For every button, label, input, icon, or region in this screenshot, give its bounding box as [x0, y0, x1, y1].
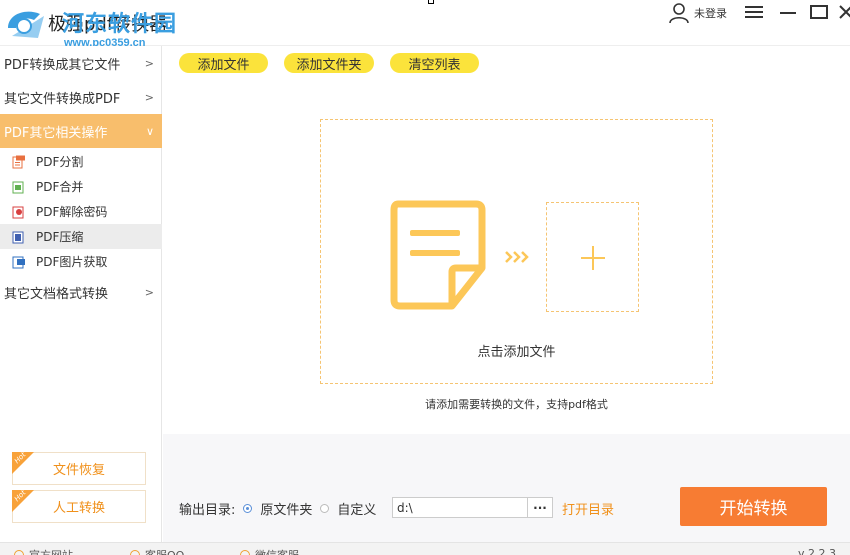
output-path-input[interactable] — [392, 497, 528, 518]
menu-button[interactable] — [742, 2, 766, 22]
sidebar-subitem-label: PDF压缩 — [36, 230, 84, 244]
sidebar-subitem-label: PDF图片获取 — [36, 255, 108, 269]
sidebar: PDF转换成其它文件 > 其它文件转换成PDF > PDF其它相关操作 ∨ PD… — [0, 46, 162, 542]
title-bar: www.pc0359.cn 极强pdf转换器 河东软件园 未登录 — [0, 0, 850, 49]
sidebar-item-other-doc-convert[interactable]: 其它文档格式转换 > — [0, 275, 162, 309]
maximize-button[interactable] — [807, 2, 831, 22]
watermark-logo-icon — [8, 11, 44, 38]
drop-zone-label: 点击添加文件 — [477, 345, 556, 360]
chevrons-right-icon — [505, 251, 529, 263]
qq-support-link[interactable]: 客服QQ — [130, 547, 184, 555]
sidebar-item-pdf-to-other[interactable]: PDF转换成其它文件 > — [0, 46, 162, 80]
sidebar-item-label: 其它文档格式转换 — [4, 286, 109, 302]
login-button[interactable]: 未登录 — [668, 2, 727, 24]
sidebar-item-label: 其它文件转换成PDF — [4, 91, 121, 107]
minimize-button[interactable] — [776, 2, 800, 22]
document-icon — [390, 200, 486, 310]
chevron-down-icon: ∨ — [145, 124, 154, 138]
add-file-button[interactable]: 添加文件 — [179, 53, 268, 73]
plus-icon — [581, 246, 605, 270]
sidebar-subitem-label: PDF分割 — [36, 155, 84, 169]
official-site-link[interactable]: 官方网站 — [14, 547, 73, 555]
manual-convert-button[interactable]: Hot 人工转换 — [12, 489, 146, 523]
hamburger-icon — [745, 6, 763, 18]
qq-icon — [130, 550, 140, 555]
maximize-icon — [810, 5, 828, 19]
radio-original-folder-label[interactable]: 原文件夹 — [260, 499, 312, 518]
close-icon — [839, 5, 850, 19]
official-site-label: 官方网站 — [29, 547, 73, 555]
user-icon — [669, 3, 689, 24]
drop-zone-hint: 请添加需要转换的文件，支持pdf格式 — [425, 398, 608, 411]
chevron-right-icon: > — [144, 285, 154, 299]
manual-convert-label: 人工转换 — [52, 501, 105, 516]
compress-icon — [12, 231, 24, 243]
file-recovery-button[interactable]: Hot 文件恢复 — [12, 451, 146, 485]
sidebar-subitem-pdf-merge[interactable]: PDF合并 — [0, 174, 162, 199]
unlock-icon — [12, 206, 24, 218]
sidebar-subitem-label: PDF合并 — [36, 180, 84, 194]
split-icon — [12, 155, 25, 168]
wechat-support-link[interactable]: 微信客服 — [240, 547, 299, 555]
radio-custom-folder-label[interactable]: 自定义 — [337, 499, 376, 518]
sidebar-item-other-to-pdf[interactable]: 其它文件转换成PDF > — [0, 80, 162, 114]
sidebar-item-pdf-other-ops[interactable]: PDF其它相关操作 ∨ — [0, 114, 162, 148]
resize-handle[interactable] — [428, 0, 434, 4]
globe-icon — [14, 550, 24, 555]
footer-bar: 官方网站 客服QQ 微信客服 v 2.2.3 — [0, 542, 850, 555]
version-label: v 2.2.3 — [798, 547, 836, 555]
chevron-right-icon: > — [144, 90, 154, 104]
sidebar-subitem-pdf-compress[interactable]: PDF压缩 — [0, 224, 162, 249]
close-button[interactable] — [834, 2, 850, 22]
output-directory-row: 输出目录: 原文件夹 自定义 — [179, 497, 376, 519]
minimize-icon — [780, 12, 796, 14]
radio-original-folder[interactable] — [243, 503, 253, 513]
sidebar-subitem-pdf-unlock[interactable]: PDF解除密码 — [0, 199, 162, 224]
merge-icon — [12, 181, 24, 193]
file-recovery-label: 文件恢复 — [52, 463, 105, 478]
image-extract-icon — [12, 256, 25, 268]
open-directory-link[interactable]: 打开目录 — [562, 499, 614, 518]
sidebar-item-label: PDF转换成其它文件 — [4, 57, 121, 73]
sidebar-subitem-pdf-split[interactable]: PDF分割 — [0, 149, 162, 174]
chevron-right-icon: > — [144, 56, 154, 70]
qq-support-label: 客服QQ — [145, 547, 184, 555]
wechat-icon — [240, 550, 250, 555]
sidebar-item-label: PDF其它相关操作 — [4, 125, 108, 141]
output-directory-label: 输出目录: — [179, 502, 236, 518]
login-text: 未登录 — [694, 7, 727, 20]
radio-custom-folder[interactable] — [320, 503, 330, 513]
sidebar-subitem-label: PDF解除密码 — [36, 205, 108, 219]
add-folder-button[interactable]: 添加文件夹 — [284, 53, 374, 73]
browse-button[interactable]: ··· — [527, 497, 553, 518]
wechat-support-label: 微信客服 — [255, 547, 299, 555]
start-convert-button[interactable]: 开始转换 — [680, 487, 827, 526]
sidebar-subitem-pdf-image-extract[interactable]: PDF图片获取 — [0, 249, 162, 274]
clear-list-button[interactable]: 清空列表 — [390, 53, 479, 73]
watermark-site: 河东软件园 — [62, 11, 178, 37]
